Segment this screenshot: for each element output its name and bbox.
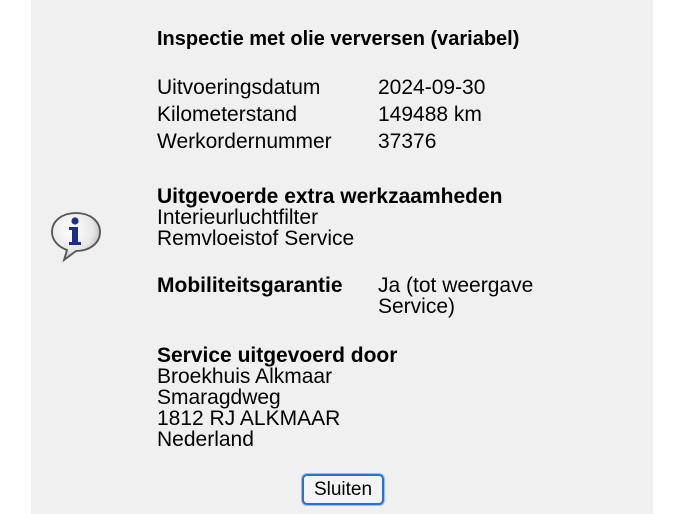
serviced-by-heading: Service uitgevoerd door — [157, 344, 398, 367]
address-line: Broekhuis Alkmaar — [157, 365, 333, 388]
extra-work-item: Remvloeistof Service — [157, 227, 355, 250]
extra-work-heading: Uitgevoerde extra werkzaamheden — [157, 185, 503, 208]
address-line: 1812 RJ ALKMAAR — [157, 407, 341, 430]
page-title: Inspectie met olie verversen (variabel) — [157, 28, 520, 50]
mobility-value: Ja (tot weergave Service) — [378, 274, 534, 318]
detail-label: Uitvoeringsdatum — [157, 76, 321, 99]
address-line: Smaragdweg — [157, 386, 281, 409]
detail-label: Werkordernummer — [157, 130, 332, 153]
detail-label: Kilometerstand — [157, 103, 298, 126]
info-icon — [51, 212, 101, 263]
extra-work-item: Interieurluchtfilter — [157, 206, 319, 229]
detail-value: 2024-09-30 — [378, 76, 486, 99]
serviced-by-section: Service uitgevoerd door Broekhuis Alkmaa… — [157, 345, 397, 450]
mobility-label: Mobiliteitsgarantie — [157, 274, 343, 297]
detail-value: 149488 km — [378, 103, 482, 126]
detail-value: 37376 — [378, 130, 437, 153]
extra-work-section: Uitgevoerde extra werkzaamheden Interieu… — [157, 186, 502, 249]
address-line: Nederland — [157, 428, 254, 451]
close-button[interactable]: Sluiten — [302, 474, 384, 505]
